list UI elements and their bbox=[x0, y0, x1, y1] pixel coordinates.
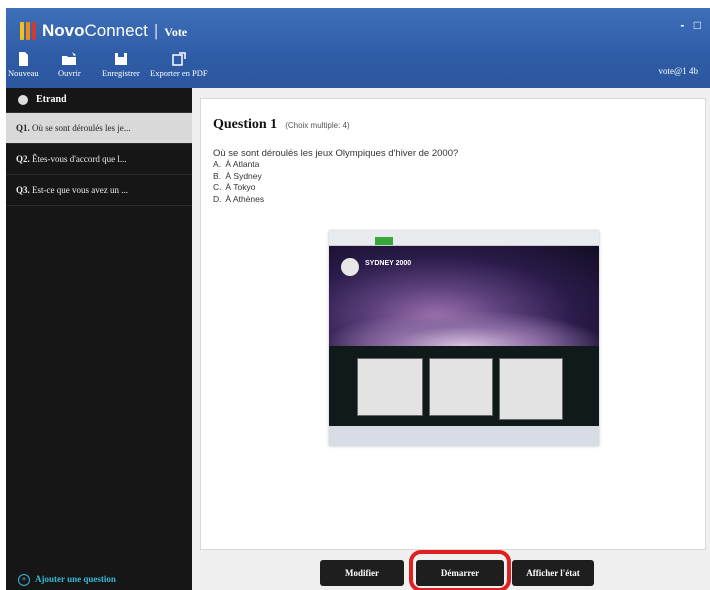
question-number: Q1. bbox=[16, 123, 30, 133]
toolbar-save-label: Enregistrer bbox=[102, 68, 140, 78]
toolbar-new-button[interactable]: Nouveau bbox=[8, 52, 39, 78]
question-list-item-1[interactable]: Q1. Où se sont déroulés les je... bbox=[6, 113, 192, 144]
answer-options: A. À Atlanta B. À Sydney C. À Tokyo D. À… bbox=[213, 159, 264, 205]
window-controls[interactable]: - □ bbox=[680, 18, 704, 32]
modify-button[interactable]: Modifier bbox=[320, 560, 404, 586]
toolbar-export-label: Exporter en PDF bbox=[150, 68, 208, 78]
question-editor: Question 1 (Choix multiple: 4) Où se sont… bbox=[192, 88, 710, 590]
novoconnect-logo-icon bbox=[20, 22, 36, 40]
add-circle-icon: + bbox=[18, 574, 30, 586]
question-sidebar: Etrand Q1. Où se sont déroulés les je...… bbox=[6, 88, 192, 590]
title-bar: NovoConnect | Vote - □ Nouveau Ouvrir Enre… bbox=[6, 8, 710, 88]
sidebar-header[interactable]: Etrand bbox=[6, 88, 192, 113]
question-panel: Question 1 (Choix multiple: 4) Où se sont… bbox=[200, 98, 706, 550]
answer-option-b: B. À Sydney bbox=[213, 170, 262, 181]
toolbar-open-label: Ouvrir bbox=[58, 68, 81, 78]
question-text: Où se sont déroulés les jeux Olympiques … bbox=[213, 148, 459, 159]
show-result-button[interactable]: Afficher l'état bbox=[512, 560, 594, 586]
site-name: SYDNEY 2000 bbox=[365, 260, 412, 267]
app-name-bold: Novo bbox=[42, 21, 85, 40]
answer-option-d: D. À Athènes bbox=[213, 193, 265, 204]
save-disk-icon bbox=[114, 53, 127, 65]
screenshot-taskbar bbox=[329, 426, 599, 446]
website-screenshot: SYDNEY 2000 bbox=[329, 246, 599, 426]
sidebar-header-label: Etrand bbox=[36, 94, 67, 105]
question-preview: Est-ce que vous avez un ... bbox=[32, 185, 128, 195]
new-file-icon bbox=[19, 52, 29, 66]
app-title: NovoConnect | Vote bbox=[42, 21, 188, 40]
highlight-box bbox=[409, 550, 511, 590]
question-list-item-2[interactable]: Q2. Êtes-vous d'accord que l... bbox=[6, 144, 192, 175]
toolbar-export-button[interactable]: Exporter en PDF bbox=[150, 52, 208, 78]
answer-option-c: C. À Tokyo bbox=[213, 182, 256, 192]
question-type: (Choix multiple: 4) bbox=[285, 121, 350, 130]
question-list-item-3[interactable]: Q3. Est-ce que vous avez un ... bbox=[6, 175, 192, 206]
user-name: vote@1 4b bbox=[658, 66, 698, 76]
category-icon bbox=[18, 95, 28, 105]
question-title-text: Question 1 bbox=[213, 117, 278, 132]
question-title: Question 1 (Choix multiple: 4) bbox=[213, 117, 350, 133]
question-image: SYDNEY 2000 bbox=[329, 231, 599, 446]
toolbar-new-label: Nouveau bbox=[8, 68, 39, 78]
toolbar-save-button[interactable]: Enregistrer bbox=[102, 52, 140, 78]
toolbar-open-button[interactable]: Ouvrir bbox=[58, 52, 81, 78]
question-number: Q3. bbox=[16, 185, 30, 195]
app-mode: Vote bbox=[164, 25, 188, 39]
add-question-label: Ajouter une question bbox=[35, 574, 116, 585]
answer-option-a: A. À Atlanta bbox=[213, 159, 260, 169]
question-preview: Où se sont déroulés les je... bbox=[32, 123, 131, 133]
app-name-rest: Connect bbox=[84, 21, 148, 40]
export-icon bbox=[172, 52, 186, 66]
open-folder-icon bbox=[62, 52, 77, 65]
browser-bar bbox=[329, 231, 599, 246]
app-window: NovoConnect | Vote - □ Nouveau Ouvrir Enre… bbox=[6, 8, 710, 590]
question-preview: Êtes-vous d'accord que l... bbox=[32, 154, 127, 164]
olympic-logo-icon bbox=[341, 258, 359, 276]
question-number: Q2. bbox=[16, 154, 30, 164]
add-question-button[interactable]: + Ajouter une question bbox=[18, 574, 116, 586]
action-bar: Modifier Démarrer Afficher l'état bbox=[192, 550, 710, 590]
